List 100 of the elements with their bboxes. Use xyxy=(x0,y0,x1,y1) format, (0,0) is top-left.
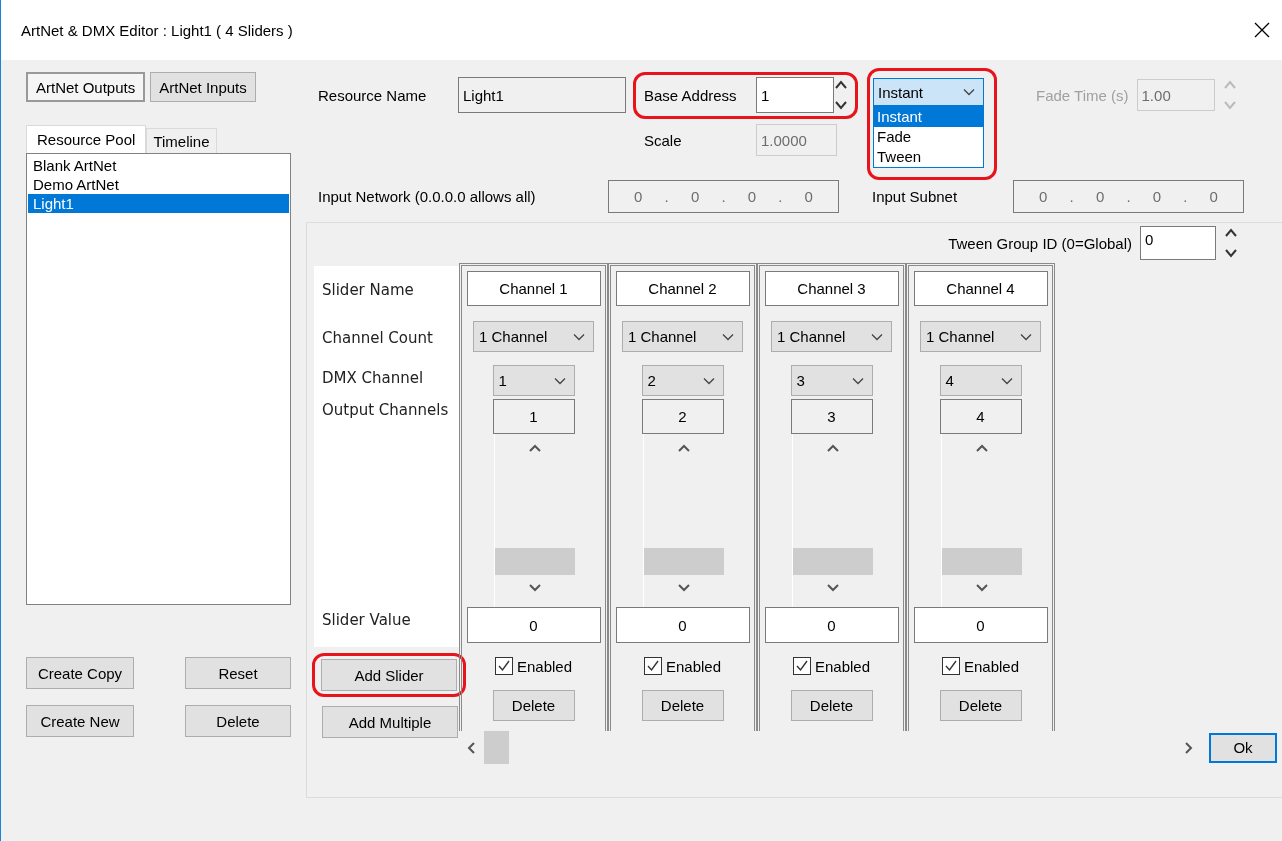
channel-count-dropdown[interactable]: 1 Channel xyxy=(771,321,892,352)
list-item[interactable]: Light1 xyxy=(28,194,289,213)
delete-button[interactable]: Delete xyxy=(492,690,575,721)
field-label: Fade Time (s) xyxy=(1036,86,1129,104)
pool-button[interactable]: Delete xyxy=(185,705,291,737)
tween-group-field[interactable]: 0 xyxy=(1140,226,1216,260)
ip-separator: . xyxy=(778,188,783,205)
list-item[interactable]: Blank ArtNet xyxy=(28,156,289,175)
checkbox[interactable] xyxy=(643,657,662,675)
field-label: Input Network (0.0.0.0 allows all) xyxy=(318,188,537,205)
delete-button[interactable]: Delete xyxy=(790,690,873,721)
field-label: Base Address xyxy=(644,86,738,104)
ip-separator: . xyxy=(721,188,726,205)
dmx-channel-dropdown[interactable]: 4 xyxy=(939,365,1022,396)
row-label: Output Channels xyxy=(322,401,450,419)
row-label: DMX Channel xyxy=(322,369,425,387)
ip-octet: 0 xyxy=(1095,188,1105,205)
chevron-down-icon xyxy=(702,376,715,385)
row-label: Channel Count xyxy=(322,329,434,347)
field-label: Scale xyxy=(644,131,683,149)
tab[interactable]: Resource Pool xyxy=(26,125,147,153)
add-slider-button[interactable]: Add Slider xyxy=(321,659,457,692)
ip-octet: 0 xyxy=(690,188,700,205)
ip-address-field[interactable]: 0 . 0 . 0 . 0 xyxy=(1013,180,1244,213)
chevron-down-icon xyxy=(851,376,864,385)
slider-name-field[interactable]: Channel 2 xyxy=(615,271,750,306)
base-address-field[interactable]: 1 xyxy=(756,77,834,113)
ok-button[interactable]: Ok xyxy=(1209,732,1277,763)
chevron-down-icon xyxy=(722,332,734,341)
checkbox-label: Enabled xyxy=(665,657,722,675)
scrollbar-thumb[interactable] xyxy=(484,731,509,764)
chevron-down-icon xyxy=(1020,332,1032,341)
resource-name-field[interactable]: Light1 xyxy=(458,77,626,113)
checkbox[interactable] xyxy=(941,657,960,675)
field-label: Resource Name xyxy=(318,85,428,106)
chevron-down-icon xyxy=(871,332,883,341)
spinner-icon[interactable] xyxy=(834,78,848,112)
chevron-down-icon xyxy=(553,376,566,385)
dmx-channel-dropdown[interactable]: 3 xyxy=(790,365,873,396)
dropdown-option[interactable]: Tween xyxy=(874,147,983,167)
row-label: Slider Value xyxy=(322,611,412,629)
dropdown-option[interactable]: Fade xyxy=(874,127,983,147)
ip-octet: 0 xyxy=(804,188,813,205)
field-label: Input Subnet xyxy=(872,188,959,205)
chevron-down-icon xyxy=(573,332,585,341)
slider-thumb[interactable] xyxy=(942,548,1022,575)
delete-button[interactable]: Delete xyxy=(641,690,724,721)
slider-name-field[interactable]: Channel 4 xyxy=(913,271,1048,306)
dropdown-option[interactable]: Instant xyxy=(874,107,983,127)
scale-field[interactable]: 1.0000 xyxy=(756,124,837,156)
delete-button[interactable]: Delete xyxy=(939,690,1022,721)
channel-count-dropdown[interactable]: 1 Channel xyxy=(920,321,1041,352)
channel-count-dropdown[interactable]: 1 Channel xyxy=(622,321,743,352)
dmx-channel-dropdown[interactable]: 1 xyxy=(492,365,575,396)
tab[interactable]: Timeline xyxy=(146,128,217,153)
ip-separator: . xyxy=(1183,188,1188,205)
channel-count-dropdown[interactable]: 1 Channel xyxy=(473,321,594,352)
slider-value-field[interactable]: 0 xyxy=(466,607,601,643)
ip-separator: . xyxy=(664,188,669,205)
slider-thumb[interactable] xyxy=(793,548,873,575)
checkbox[interactable] xyxy=(494,657,513,675)
output-channels-field: 1 xyxy=(492,399,575,434)
ip-octet: 0 xyxy=(1209,188,1218,205)
field-label: Tween Group ID (0=Global) xyxy=(948,234,1132,252)
pool-button[interactable]: Create New xyxy=(26,705,134,737)
ip-separator: . xyxy=(1126,188,1131,205)
slider-value-field[interactable]: 0 xyxy=(615,607,750,643)
slider-value-field[interactable]: 0 xyxy=(913,607,1048,643)
ip-octet: 0 xyxy=(747,188,757,205)
output-channels-field: 2 xyxy=(641,399,724,434)
checkbox-label: Enabled xyxy=(516,657,573,675)
pool-button[interactable]: Create Copy xyxy=(26,657,134,689)
transition-dropdown[interactable]: Instant xyxy=(873,78,984,106)
spinner-icon[interactable] xyxy=(1224,226,1238,260)
checkbox[interactable] xyxy=(792,657,811,675)
chevron-down-icon xyxy=(1000,376,1013,385)
checkbox-label: Enabled xyxy=(963,657,1020,675)
ip-octet: 0 xyxy=(634,188,643,205)
close-icon[interactable] xyxy=(1254,22,1270,38)
output-channels-field: 4 xyxy=(939,399,1022,434)
list-item[interactable]: Demo ArtNet xyxy=(28,175,289,194)
chevron-down-icon xyxy=(963,88,975,96)
slider-thumb[interactable] xyxy=(495,548,575,575)
ip-separator: . xyxy=(1069,188,1074,205)
slider-name-field[interactable]: Channel 3 xyxy=(764,271,899,306)
slider-value-field[interactable]: 0 xyxy=(764,607,899,643)
window-title: ArtNet & DMX Editor : Light1 ( 4 Sliders ) xyxy=(21,21,293,39)
mode-button[interactable]: ArtNet Inputs xyxy=(150,72,256,102)
checkbox-label: Enabled xyxy=(814,657,871,675)
ip-octet: 0 xyxy=(1152,188,1162,205)
ip-octet: 0 xyxy=(1039,188,1048,205)
add-multiple-button[interactable]: Add Multiple xyxy=(322,706,458,738)
output-channels-field: 3 xyxy=(790,399,873,434)
mode-button[interactable]: ArtNet Outputs xyxy=(26,72,146,102)
row-label: Slider Name xyxy=(322,281,415,299)
dmx-channel-dropdown[interactable]: 2 xyxy=(641,365,724,396)
slider-name-field[interactable]: Channel 1 xyxy=(466,271,601,306)
pool-button[interactable]: Reset xyxy=(185,657,291,689)
slider-thumb[interactable] xyxy=(644,548,724,575)
ip-address-field[interactable]: 0 . 0 . 0 . 0 xyxy=(608,180,839,213)
